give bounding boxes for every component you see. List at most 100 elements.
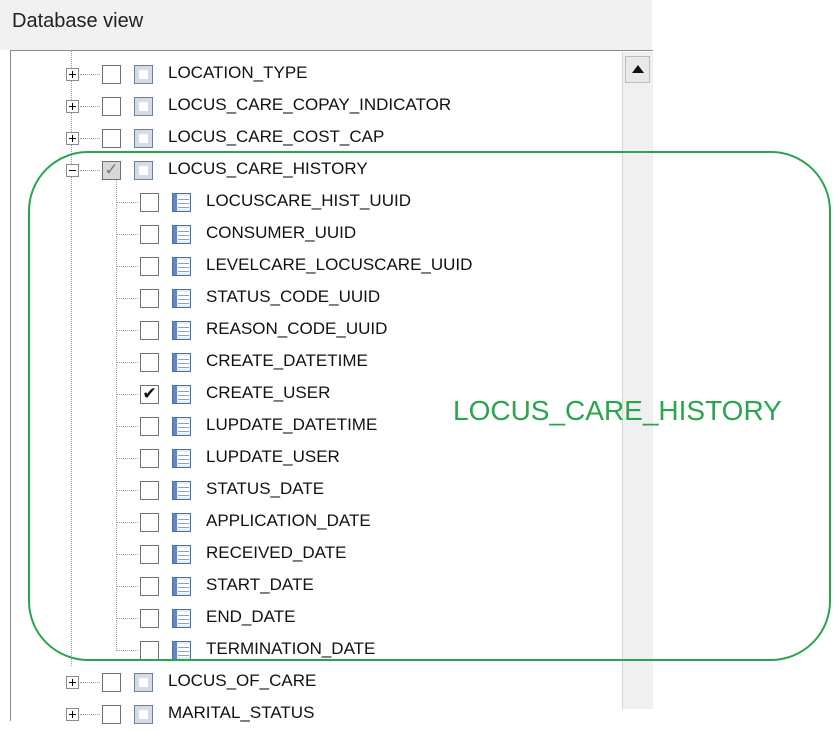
plus-icon[interactable] xyxy=(66,676,79,689)
column-row-reason-code-uuid[interactable]: REASON_CODE_UUID xyxy=(116,316,616,346)
tree-row-connector xyxy=(116,618,138,619)
column-checkbox[interactable] xyxy=(140,577,159,596)
panel-header: Database view xyxy=(0,0,652,50)
table-label: LOCUS_CARE_COPAY_INDICATOR xyxy=(168,95,452,114)
column-checkbox[interactable] xyxy=(140,513,159,532)
tree-row-connector xyxy=(116,234,138,235)
column-row-consumer-uuid[interactable]: CONSUMER_UUID xyxy=(116,220,616,250)
table-icon xyxy=(134,705,153,724)
column-label: LEVELCARE_LOCUSCARE_UUID xyxy=(206,255,473,274)
tree-row-connector xyxy=(116,650,138,651)
callout-label: LOCUS_CARE_HISTORY xyxy=(453,395,782,426)
column-icon xyxy=(172,193,191,212)
column-row-lupdate-user[interactable]: LUPDATE_USER xyxy=(116,444,616,474)
column-checkbox[interactable] xyxy=(140,353,159,372)
column-icon xyxy=(172,417,191,436)
column-row-create-datetime[interactable]: CREATE_DATETIME xyxy=(116,348,616,378)
plus-icon[interactable] xyxy=(66,68,79,81)
panel-title: Database view xyxy=(12,10,144,32)
column-icon xyxy=(172,353,191,372)
table-icon xyxy=(134,65,153,84)
column-label: LOCUSCARE_HIST_UUID xyxy=(206,191,411,210)
column-icon xyxy=(172,577,191,596)
column-label: CREATE_DATETIME xyxy=(206,351,368,370)
column-checkbox[interactable] xyxy=(140,257,159,276)
column-checkbox[interactable] xyxy=(140,225,159,244)
table-label: LOCATION_TYPE xyxy=(168,63,308,82)
tree-row-connector xyxy=(116,586,138,587)
plus-icon[interactable] xyxy=(66,132,79,145)
column-icon xyxy=(172,257,191,276)
tree-row-connector xyxy=(116,202,138,203)
table-checkbox[interactable] xyxy=(102,673,121,692)
plus-icon[interactable] xyxy=(66,708,79,721)
column-icon xyxy=(172,609,191,628)
table-row-locus-care-cost-cap[interactable]: LOCUS_CARE_COST_CAP xyxy=(64,124,604,154)
column-row-locuscare-hist-uuid[interactable]: LOCUSCARE_HIST_UUID xyxy=(116,188,616,218)
table-row-marital-status[interactable]: MARITAL_STATUS xyxy=(64,700,604,730)
column-row-levelcare-locuscare-uuid[interactable]: LEVELCARE_LOCUSCARE_UUID xyxy=(116,252,616,282)
column-checkbox[interactable] xyxy=(140,481,159,500)
table-checkbox-partial[interactable]: ✓ xyxy=(102,161,121,180)
column-label: REASON_CODE_UUID xyxy=(206,319,388,338)
column-icon xyxy=(172,449,191,468)
column-icon xyxy=(172,641,191,660)
tree-row-connector xyxy=(80,74,100,75)
column-label: CONSUMER_UUID xyxy=(206,223,357,242)
column-checkbox[interactable] xyxy=(140,449,159,468)
table-row-location-type[interactable]: LOCATION_TYPE xyxy=(64,60,604,90)
column-label: START_DATE xyxy=(206,575,314,594)
column-icon xyxy=(172,545,191,564)
column-row-termination-date[interactable]: TERMINATION_DATE xyxy=(116,636,616,666)
column-row-end-date[interactable]: END_DATE xyxy=(116,604,616,634)
table-label: LOCUS_OF_CARE xyxy=(168,671,317,690)
tree-row-connector xyxy=(116,298,138,299)
column-checkbox[interactable] xyxy=(140,417,159,436)
table-label: MARITAL_STATUS xyxy=(168,703,315,722)
tree-row-connector xyxy=(116,522,138,523)
column-checkbox[interactable] xyxy=(140,193,159,212)
column-label: END_DATE xyxy=(206,607,296,626)
table-checkbox[interactable] xyxy=(102,97,121,116)
column-icon xyxy=(172,225,191,244)
table-checkbox[interactable] xyxy=(102,705,121,724)
column-checkbox[interactable] xyxy=(140,321,159,340)
column-checkbox[interactable] xyxy=(140,545,159,564)
column-checkbox[interactable] xyxy=(140,609,159,628)
column-row-status-date[interactable]: STATUS_DATE xyxy=(116,476,616,506)
column-checkbox[interactable] xyxy=(140,289,159,308)
tree-row-connector xyxy=(80,682,100,683)
table-checkbox[interactable] xyxy=(102,129,121,148)
table-checkbox[interactable] xyxy=(102,65,121,84)
column-row-application-date[interactable]: APPLICATION_DATE xyxy=(116,508,616,538)
table-row-locus-care-copay-indicator[interactable]: LOCUS_CARE_COPAY_INDICATOR xyxy=(64,92,604,122)
minus-icon[interactable] xyxy=(66,164,79,177)
tree-row-connector xyxy=(116,426,138,427)
column-label: STATUS_CODE_UUID xyxy=(206,287,381,306)
table-row-locus-care-history[interactable]: ✓ LOCUS_CARE_HISTORY xyxy=(64,156,604,186)
table-row-locus-of-care[interactable]: LOCUS_OF_CARE xyxy=(64,668,604,698)
column-label: STATUS_DATE xyxy=(206,479,325,498)
plus-icon[interactable] xyxy=(66,100,79,113)
column-icon xyxy=(172,513,191,532)
table-icon xyxy=(134,129,153,148)
table-label: LOCUS_CARE_HISTORY xyxy=(168,159,368,178)
tree-row-connector xyxy=(116,458,138,459)
table-icon xyxy=(134,97,153,116)
table-icon xyxy=(134,673,153,692)
scroll-up-arrow-icon[interactable] xyxy=(625,56,650,83)
table-icon xyxy=(134,161,153,180)
column-icon xyxy=(172,481,191,500)
tree-row-connector xyxy=(80,138,100,139)
tree-row-connector xyxy=(116,330,138,331)
column-label: CREATE_USER xyxy=(206,383,331,402)
column-label: TERMINATION_DATE xyxy=(206,639,376,658)
column-row-start-date[interactable]: START_DATE xyxy=(116,572,616,602)
tree-row-connector xyxy=(80,106,100,107)
column-label: LUPDATE_USER xyxy=(206,447,340,466)
vertical-scrollbar[interactable] xyxy=(622,52,653,709)
checked-column-checkbox[interactable]: ✔ xyxy=(140,385,159,404)
column-checkbox[interactable] xyxy=(140,641,159,660)
column-row-status-code-uuid[interactable]: STATUS_CODE_UUID xyxy=(116,284,616,314)
column-row-received-date[interactable]: RECEIVED_DATE xyxy=(116,540,616,570)
